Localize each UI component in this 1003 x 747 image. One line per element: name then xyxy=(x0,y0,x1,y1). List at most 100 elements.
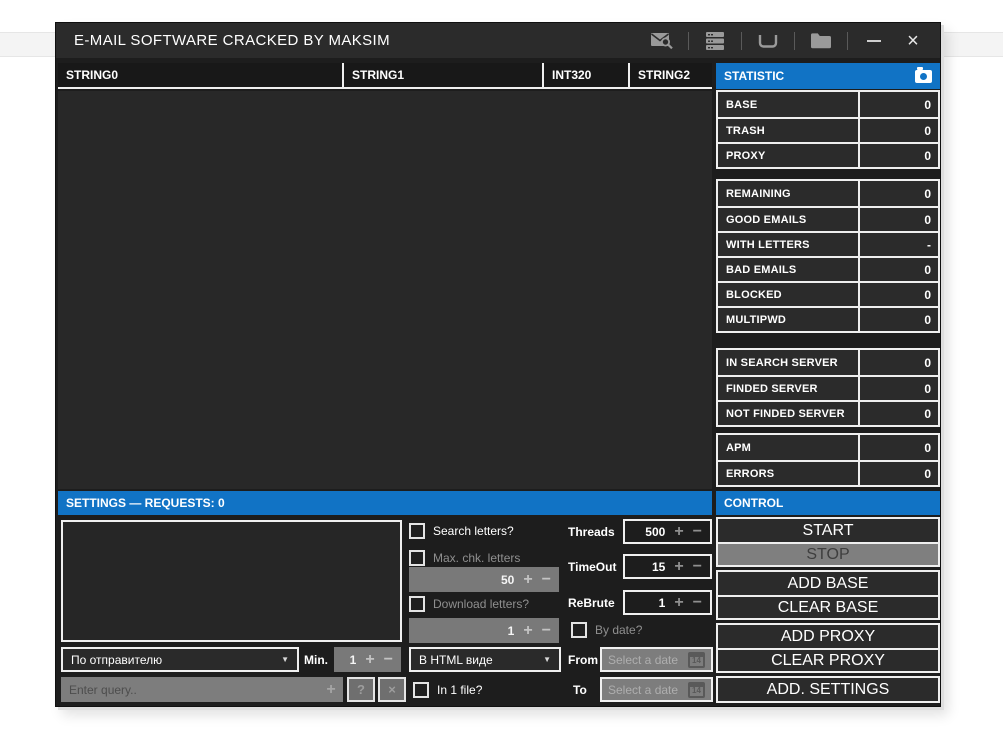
add-proxy-button[interactable]: ADD PROXY xyxy=(718,625,938,648)
save-format-dropdown[interactable]: В HTML виде ▼ xyxy=(409,647,561,672)
stop-button[interactable]: STOP xyxy=(718,542,938,565)
column-header-string0[interactable]: STRING0 xyxy=(58,63,342,87)
stat-value: 0 xyxy=(858,435,938,460)
timeout-value: 15 xyxy=(652,560,665,574)
to-label: To xyxy=(573,683,587,697)
stat-row: BLOCKED 0 xyxy=(718,281,938,306)
download-count-value: 1 xyxy=(508,624,515,638)
by-date-row: By date? xyxy=(571,621,642,639)
download-letters-checkbox[interactable] xyxy=(409,596,425,612)
stat-label: TRASH xyxy=(718,119,858,142)
additional-settings-button[interactable]: ADD. SETTINGS xyxy=(718,678,938,701)
date-to-picker[interactable]: Select a date 14 xyxy=(600,677,713,702)
search-mode-dropdown[interactable]: По отправителю ▼ xyxy=(61,647,299,672)
by-date-checkbox[interactable] xyxy=(571,622,587,638)
max-letters-value: 50 xyxy=(501,573,514,587)
calendar-icon: 14 xyxy=(688,652,705,668)
by-date-label: By date? xyxy=(595,623,642,637)
stat-value: 0 xyxy=(858,208,938,231)
date-from-picker[interactable]: Select a date 14 xyxy=(600,647,713,672)
search-letters-row: Search letters? xyxy=(409,522,514,540)
search-mode-value: По отправителю xyxy=(71,653,162,667)
stat-row: BAD EMAILS 0 xyxy=(718,256,938,281)
stat-value: 0 xyxy=(858,350,938,375)
plus-icon[interactable]: + xyxy=(674,595,683,611)
stat-value: 0 xyxy=(858,258,938,281)
mail-search-icon[interactable] xyxy=(649,29,675,53)
minus-icon[interactable]: − xyxy=(384,652,393,668)
minus-icon[interactable]: − xyxy=(693,559,702,575)
save-format-value: В HTML виде xyxy=(419,653,493,667)
search-letters-checkbox[interactable] xyxy=(409,523,425,539)
plus-icon[interactable]: + xyxy=(674,524,683,540)
column-header-string2[interactable]: STRING2 xyxy=(628,63,712,87)
plus-icon[interactable]: + xyxy=(523,572,532,588)
rebrute-label: ReBrute xyxy=(568,596,615,610)
control-header-label: CONTROL xyxy=(724,496,783,510)
start-button[interactable]: START xyxy=(718,519,938,542)
camera-icon[interactable] xyxy=(915,70,932,83)
server-list-icon[interactable] xyxy=(702,29,728,53)
folder-icon[interactable] xyxy=(808,29,834,53)
minimize-icon xyxy=(867,40,881,42)
plus-icon[interactable]: + xyxy=(523,623,532,639)
clear-proxy-button[interactable]: CLEAR PROXY xyxy=(718,648,938,671)
close-button[interactable]: × xyxy=(900,29,926,53)
help-button[interactable]: ? xyxy=(347,677,375,702)
stat-label: BASE xyxy=(718,92,858,117)
add-base-button[interactable]: ADD BASE xyxy=(718,572,938,595)
stat-value: 0 xyxy=(858,308,938,331)
desktop-background: E-MAIL SOFTWARE CRACKED BY MAKSIM xyxy=(0,0,1003,747)
results-table-body[interactable] xyxy=(58,91,712,489)
in-1-file-checkbox[interactable] xyxy=(413,682,429,698)
max-letters-stepper: 50 + − xyxy=(409,567,559,592)
plus-icon[interactable]: + xyxy=(674,559,683,575)
download-letters-label: Download letters? xyxy=(433,597,529,611)
minus-icon[interactable]: − xyxy=(542,572,551,588)
minus-icon[interactable]: − xyxy=(693,595,702,611)
column-header-string1[interactable]: STRING1 xyxy=(342,63,542,87)
minus-icon[interactable]: − xyxy=(693,524,702,540)
stat-row: BASE 0 xyxy=(718,92,938,117)
control-group-proxy: ADD PROXY CLEAR PROXY xyxy=(716,623,940,673)
control-group-run: START STOP xyxy=(716,517,940,567)
settings-list-box[interactable] xyxy=(61,520,402,642)
titlebar-separator xyxy=(688,32,689,50)
clear-query-button[interactable]: × xyxy=(378,677,406,702)
titlebar-separator xyxy=(741,32,742,50)
stat-row: IN SEARCH SERVER 0 xyxy=(718,350,938,375)
column-header-int320[interactable]: INT320 xyxy=(542,63,628,87)
window-title: E-MAIL SOFTWARE CRACKED BY MAKSIM xyxy=(74,32,390,49)
rebrute-stepper: 1 + − xyxy=(623,590,712,615)
stat-value: 0 xyxy=(858,144,938,167)
control-group-settings: ADD. SETTINGS xyxy=(716,676,940,703)
stat-row: REMAINING 0 xyxy=(718,181,938,206)
stat-label: NOT FINDED SERVER xyxy=(718,402,858,425)
stat-label: WITH LETTERS xyxy=(718,233,858,256)
min-value: 1 xyxy=(350,653,357,667)
search-letters-label: Search letters? xyxy=(433,524,514,538)
stat-label: PROXY xyxy=(718,144,858,167)
minus-icon[interactable]: − xyxy=(542,623,551,639)
stat-label: GOOD EMAILS xyxy=(718,208,858,231)
max-chk-letters-checkbox[interactable] xyxy=(409,550,425,566)
stat-value: 0 xyxy=(858,462,938,485)
control-group-base: ADD BASE CLEAR BASE xyxy=(716,570,940,620)
query-input[interactable] xyxy=(61,677,343,702)
statistic-group-servers: IN SEARCH SERVER 0 FINDED SERVER 0 NOT F… xyxy=(716,348,940,427)
min-label: Min. xyxy=(304,653,328,667)
download-letters-row: Download letters? xyxy=(409,595,529,613)
from-label: From xyxy=(568,653,598,667)
add-query-icon[interactable]: + xyxy=(320,677,342,702)
statistic-title: STATISTIC xyxy=(724,69,784,83)
calendar-icon: 14 xyxy=(688,682,705,698)
stat-row: APM 0 xyxy=(718,435,938,460)
timeout-stepper: 15 + − xyxy=(623,554,712,579)
tray-icon[interactable] xyxy=(755,29,781,53)
stat-value: 0 xyxy=(858,92,938,117)
stat-label: FINDED SERVER xyxy=(718,377,858,400)
clear-base-button[interactable]: CLEAR BASE xyxy=(718,595,938,618)
plus-icon[interactable]: + xyxy=(365,652,374,668)
minimize-button[interactable] xyxy=(861,29,887,53)
stat-row: PROXY 0 xyxy=(718,142,938,167)
